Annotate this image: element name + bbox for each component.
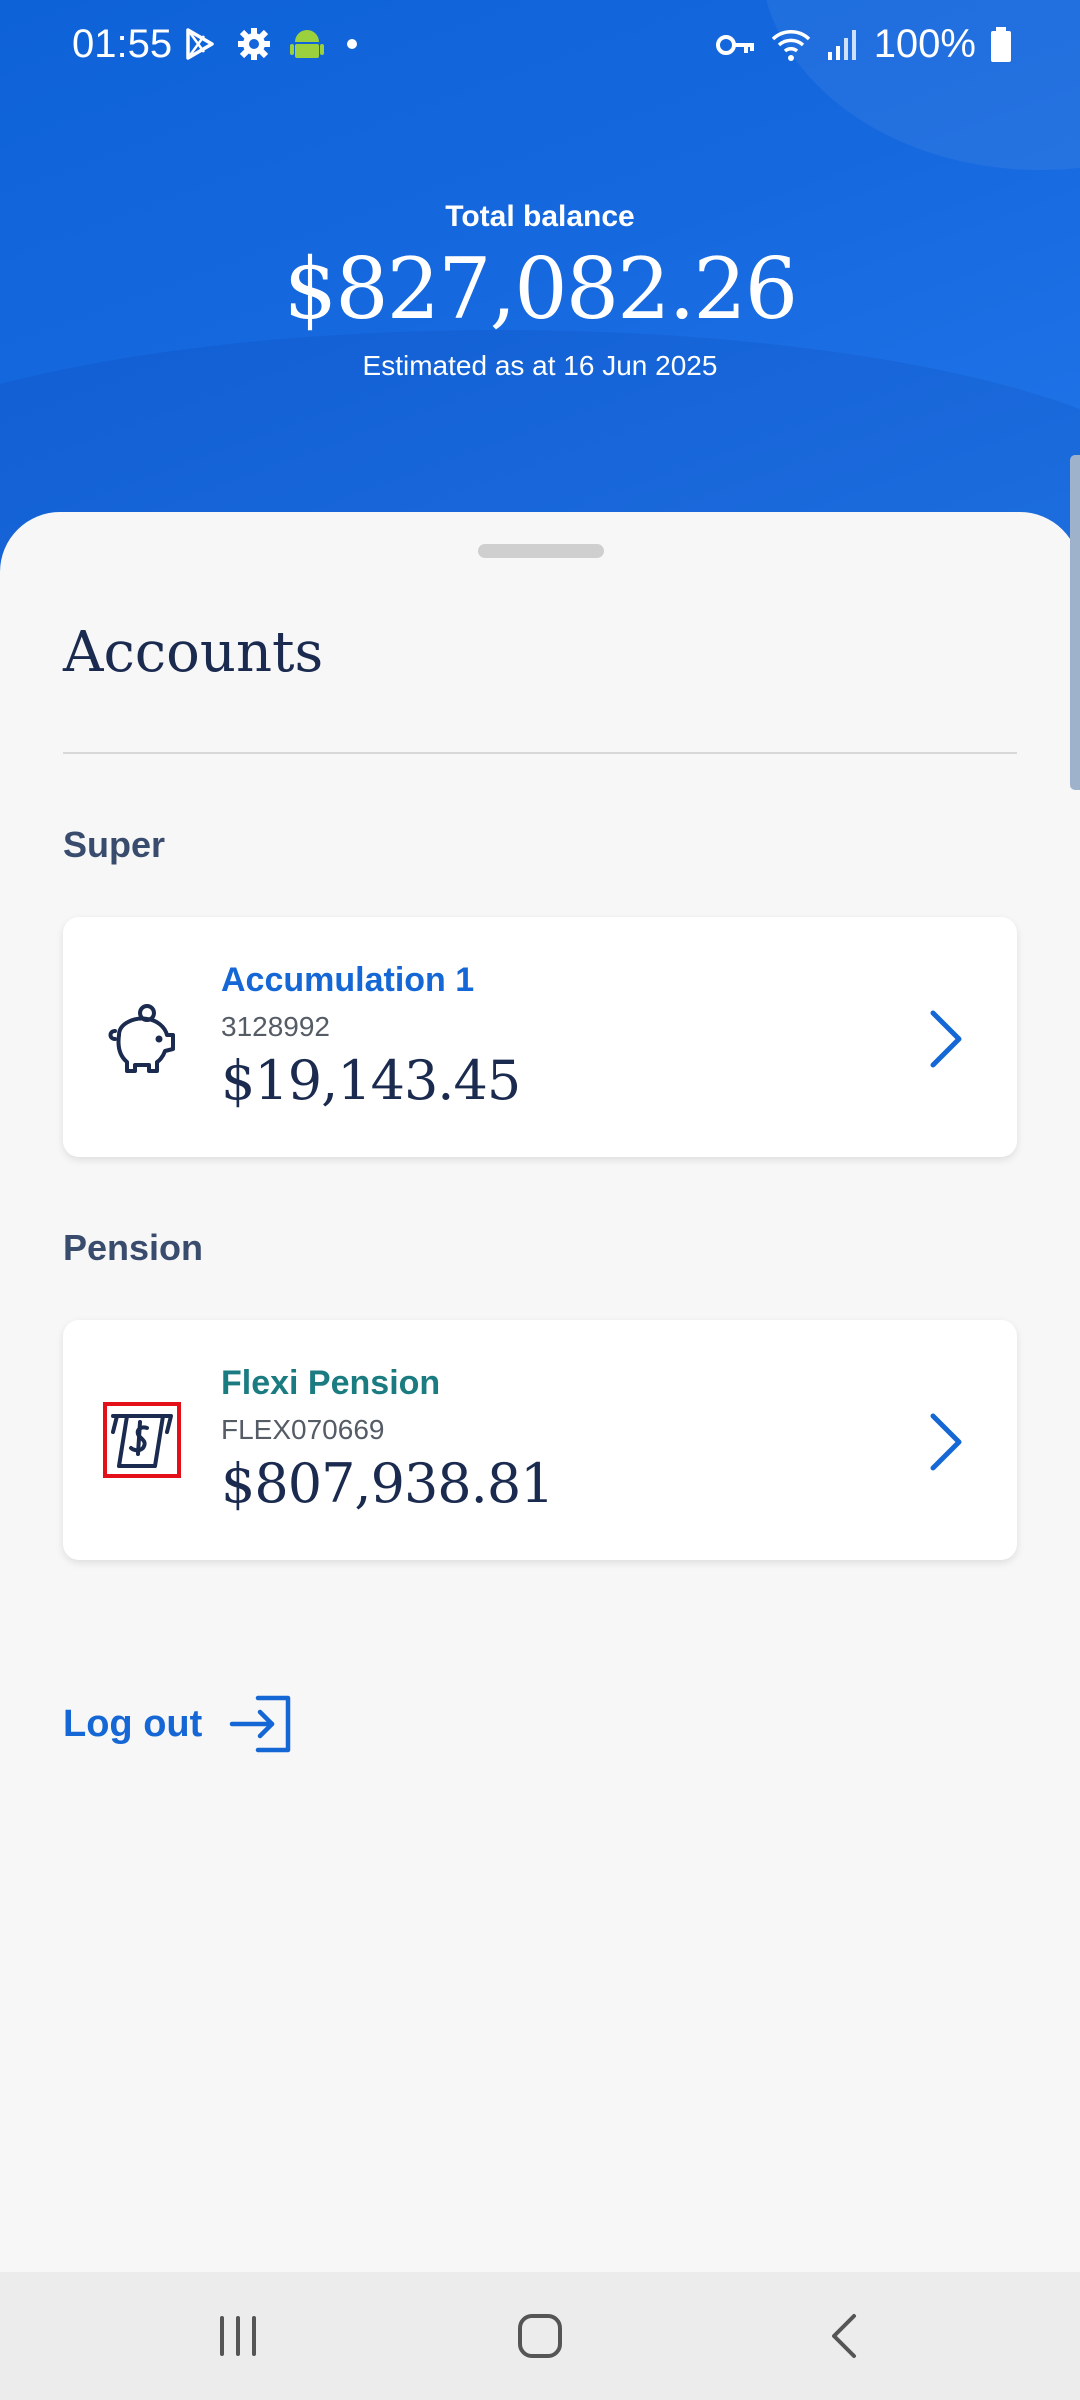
accounts-title: Accounts (63, 620, 324, 685)
recent-apps-icon[interactable] (208, 2306, 268, 2366)
play-store-icon (186, 28, 214, 60)
signal-icon (827, 29, 856, 60)
back-icon[interactable] (814, 2306, 874, 2366)
logout-label: Log out (63, 1702, 203, 1745)
account-card-accumulation[interactable]: Accumulation 1 3128992 $19,143.45 (63, 917, 1017, 1157)
drag-handle[interactable] (478, 544, 604, 558)
wifi-icon (771, 29, 810, 61)
account-number: FLEX070669 (221, 1414, 385, 1445)
account-name: Flexi Pension (221, 1364, 441, 1402)
settings-gear-icon (238, 28, 270, 60)
android-icon (290, 30, 324, 58)
account-balance: $19,143.45 (221, 1049, 521, 1112)
chevron-right-icon[interactable] (925, 1412, 965, 1472)
status-time: 01:55 (72, 22, 173, 66)
chevron-right-icon[interactable] (925, 1009, 965, 1069)
section-label-super: Super (63, 824, 166, 865)
account-number: 3128992 (221, 1011, 331, 1042)
total-balance-amount: $827,082.26 (283, 240, 798, 338)
scrollbar[interactable] (1070, 455, 1080, 790)
status-bar: 01:55 100% (0, 0, 1080, 92)
accounts-sheet[interactable]: Accounts Super Accumulation 1 3128992 $1… (0, 512, 1080, 2272)
system-nav-bar (0, 2272, 1080, 2400)
account-card-flexi-pension[interactable]: Flexi Pension FLEX070669 $807,938.81 (63, 1320, 1017, 1560)
home-icon[interactable] (510, 2306, 570, 2366)
dot-icon (347, 39, 357, 49)
vpn-key-icon (715, 34, 754, 55)
account-name: Accumulation 1 (221, 961, 475, 999)
divider (63, 752, 1017, 754)
logout-button[interactable]: Log out (63, 1692, 294, 1756)
balance-estimate-date: Estimated as at 16 Jun 2025 (362, 350, 718, 381)
status-right-icons: 100% (715, 22, 1012, 67)
piggy-bank-icon (108, 1004, 175, 1073)
highlight-box (103, 1402, 181, 1478)
battery-icon (991, 26, 1011, 62)
logout-icon (230, 1695, 291, 1753)
total-balance-label: Total balance (445, 200, 635, 233)
status-left-icons (182, 26, 362, 62)
battery-percentage: 100% (873, 22, 976, 66)
account-balance: $807,938.81 (221, 1452, 555, 1515)
section-label-pension: Pension (63, 1227, 204, 1268)
